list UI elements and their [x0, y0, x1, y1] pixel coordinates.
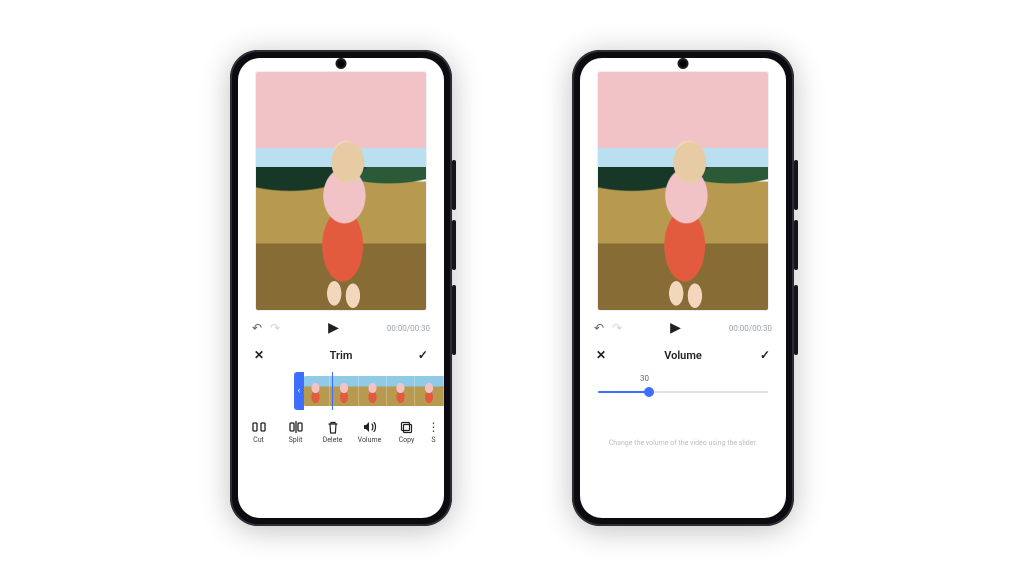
- cut-icon: [252, 420, 266, 434]
- trim-handle-left[interactable]: ‹: [294, 372, 304, 410]
- hw-volume-down: [452, 220, 456, 270]
- cancel-button[interactable]: ✕: [596, 348, 606, 362]
- timecode: 00:00/00:30: [729, 324, 772, 333]
- hw-volume-up: [452, 160, 456, 210]
- undo-icon[interactable]: ↶: [594, 322, 604, 334]
- hw-volume-up: [794, 160, 798, 210]
- thumb-frame: [302, 376, 330, 406]
- redo-icon: ↷: [612, 322, 622, 334]
- hw-volume-down: [794, 220, 798, 270]
- redo-icon: ↷: [270, 322, 280, 334]
- timecode: 00:00/00:30: [387, 324, 430, 333]
- panel-title: Volume: [664, 349, 702, 362]
- tool-label: Split: [289, 436, 303, 444]
- tool-label: Volume: [358, 436, 382, 444]
- hw-power: [794, 285, 798, 355]
- tool-label: Cut: [253, 436, 264, 444]
- thumb-frame: [387, 376, 415, 406]
- tool-label: Copy: [399, 436, 415, 444]
- tool-delete[interactable]: Delete: [316, 420, 350, 444]
- undo-icon[interactable]: ↶: [252, 322, 262, 334]
- playhead[interactable]: [332, 372, 333, 410]
- tool-label: Delete: [323, 436, 343, 444]
- phone-volume: ↶ ↷ ▶ 00:00/00:30 ✕ Volume ✓ 30 Change t…: [572, 50, 794, 526]
- confirm-button[interactable]: ✓: [760, 348, 770, 362]
- tool-copy[interactable]: Copy: [390, 420, 424, 444]
- tool-label: S: [431, 436, 435, 444]
- confirm-button[interactable]: ✓: [418, 348, 428, 362]
- cancel-button[interactable]: ✕: [254, 348, 264, 362]
- edit-toolbar: Cut Split Delete: [238, 414, 444, 452]
- volume-icon: [363, 420, 377, 434]
- play-button[interactable]: ▶: [670, 320, 681, 336]
- volume-slider[interactable]: [598, 385, 768, 399]
- volume-value: 30: [640, 374, 768, 383]
- tool-volume[interactable]: Volume: [353, 420, 387, 444]
- volume-hint: Change the volume of the video using the…: [598, 439, 768, 447]
- play-button[interactable]: ▶: [328, 320, 339, 336]
- video-preview[interactable]: [256, 72, 426, 310]
- thumb-frame: [415, 376, 443, 406]
- hw-power: [452, 285, 456, 355]
- trim-timeline[interactable]: ‹: [238, 372, 444, 410]
- tool-more[interactable]: ⋮ S: [427, 420, 441, 444]
- video-preview[interactable]: [598, 72, 768, 310]
- clip-strip[interactable]: [302, 376, 444, 406]
- phone-trim: ↶ ↷ ▶ 00:00/00:30 ✕ Trim ✓: [230, 50, 452, 526]
- panel-title: Trim: [330, 349, 353, 362]
- slider-thumb[interactable]: [644, 387, 654, 397]
- thumb-frame: [359, 376, 387, 406]
- tool-split[interactable]: Split: [279, 420, 313, 444]
- tool-cut[interactable]: Cut: [242, 420, 276, 444]
- copy-icon: [400, 420, 413, 434]
- split-icon: [289, 420, 303, 434]
- slider-fill: [598, 391, 649, 393]
- more-icon: ⋮: [428, 420, 440, 434]
- delete-icon: [327, 420, 339, 434]
- thumb-frame: [330, 376, 358, 406]
